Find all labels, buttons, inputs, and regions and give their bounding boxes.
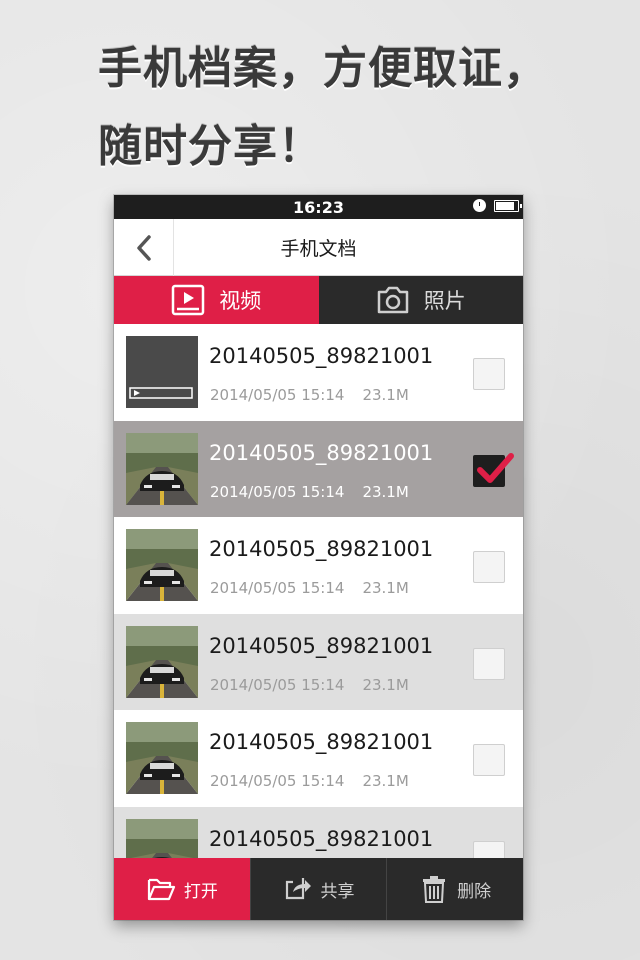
select-checkbox[interactable] (473, 452, 514, 487)
select-checkbox[interactable] (473, 840, 505, 858)
file-date: 2014/05/05 15:14 (210, 675, 345, 694)
file-name: 20140505_89821001 (209, 537, 434, 561)
phone-screen: 16:23 手机文档 视频 照片 20140505_89821001 2014/… (114, 195, 523, 920)
list-item[interactable]: 20140505_89821001 2014/05/05 15:14 23.1M (114, 420, 523, 517)
trash-icon (423, 876, 446, 903)
tab-video-label: 视频 (219, 289, 262, 313)
tab-photo-label: 照片 (423, 289, 466, 313)
share-button[interactable]: 共享 (249, 858, 387, 920)
headline-line-2: 随时分享！ (98, 121, 323, 172)
select-checkbox[interactable] (473, 744, 505, 776)
nav-bar: 手机文档 (114, 219, 523, 276)
delete-button[interactable]: 删除 (386, 858, 523, 920)
car-thumbnail (126, 529, 198, 601)
status-time: 16:23 (293, 197, 344, 217)
file-name: 20140505_89821001 (209, 344, 434, 368)
file-date: 2014/05/05 15:14 (210, 482, 345, 501)
video-icon (172, 284, 205, 316)
headline-line-1: 手机档案，方便取证， (98, 43, 548, 94)
list-item[interactable]: 20140505_89821001 2014/05/05 15:14 23.1M (114, 613, 523, 710)
delete-button-label: 删除 (457, 881, 492, 902)
list-item[interactable]: 20140505_89821001 2014/05/05 15:14 23.1M (114, 517, 523, 614)
select-checkbox[interactable] (473, 358, 505, 390)
file-size: 23.1M (362, 386, 409, 404)
car-thumbnail (126, 625, 198, 698)
folder-open-icon (147, 878, 175, 901)
list-item[interactable]: 20140505_89821001 2014/05/05 15:14 23.1M (114, 710, 523, 807)
file-name: 20140505_89821001 (209, 440, 434, 465)
file-size: 23.1M (362, 772, 409, 790)
file-date: 2014/05/05 15:14 (210, 386, 345, 404)
tab-photo[interactable]: 照片 (318, 276, 523, 324)
alarm-clock-icon (473, 199, 486, 212)
car-thumbnail (126, 818, 198, 858)
bottom-toolbar: 打开 共享 删除 (114, 858, 523, 920)
list-item[interactable]: 20140505_89821001 (114, 806, 523, 858)
file-size: 23.1M (362, 482, 409, 501)
file-size: 23.1M (362, 675, 409, 694)
video-placeholder-thumbnail (126, 336, 198, 408)
file-name: 20140505_89821001 (209, 826, 434, 851)
car-thumbnail (126, 722, 198, 794)
file-name: 20140505_89821001 (209, 633, 434, 658)
share-icon (285, 878, 311, 900)
status-bar: 16:23 (114, 195, 523, 219)
checkmark-icon (477, 452, 514, 483)
select-checkbox[interactable] (473, 647, 505, 680)
file-list: 20140505_89821001 2014/05/05 15:14 23.1M (114, 324, 523, 858)
battery-icon (494, 199, 522, 212)
file-size: 23.1M (362, 579, 409, 597)
share-button-label: 共享 (320, 881, 355, 902)
open-button[interactable]: 打开 (114, 858, 250, 920)
file-date: 2014/05/05 15:14 (210, 579, 345, 597)
select-checkbox[interactable] (473, 551, 505, 583)
car-thumbnail (126, 432, 198, 505)
open-button-label: 打开 (183, 881, 218, 902)
chevron-left-icon (136, 234, 151, 261)
file-date: 2014/05/05 15:14 (210, 772, 345, 790)
file-name: 20140505_89821001 (209, 730, 434, 754)
tab-video[interactable]: 视频 (114, 276, 319, 324)
list-item[interactable]: 20140505_89821001 2014/05/05 15:14 23.1M (114, 324, 523, 421)
promo-headline: 手机档案，方便取证， 随时分享！ (98, 30, 598, 186)
back-button[interactable] (114, 219, 174, 276)
page-title: 手机文档 (280, 237, 357, 260)
tab-bar: 视频 照片 (114, 276, 523, 324)
camera-icon (377, 286, 408, 314)
